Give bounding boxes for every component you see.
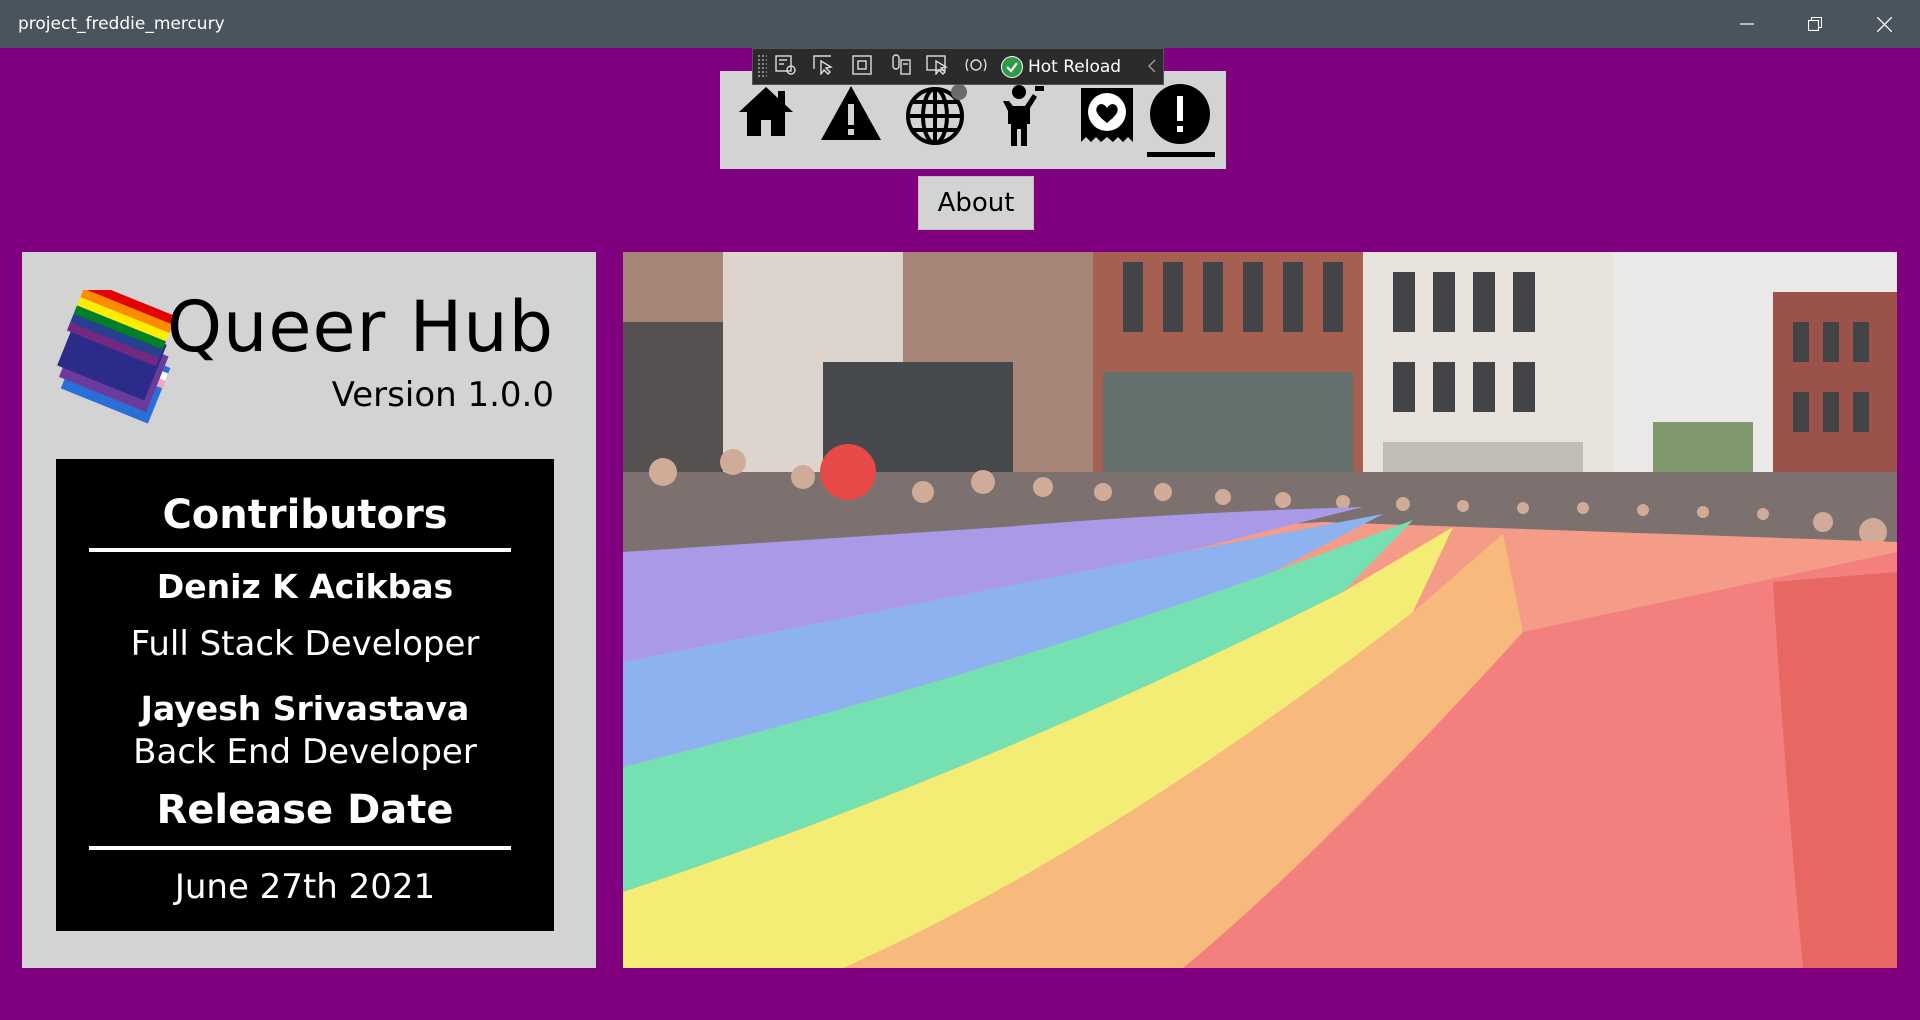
nav-about-button[interactable] (1142, 84, 1218, 160)
nav-globe-button[interactable] (899, 84, 975, 160)
minimize-button[interactable] (1713, 0, 1781, 48)
collapse-toolbar-button[interactable] (1145, 57, 1159, 77)
close-icon (1876, 16, 1892, 32)
app-name: Queer Hub (166, 286, 554, 368)
nav-heart-button[interactable] (1069, 84, 1145, 160)
live-visual-tree-icon (775, 54, 797, 79)
track-focus-icon (889, 53, 911, 80)
app-info-panel: Queer Hub Version 1.0.0 Contributors Den… (22, 252, 596, 968)
live-visual-tree-button[interactable] (767, 48, 805, 85)
release-date-heading: Release Date (156, 787, 454, 833)
minimize-icon (1740, 17, 1754, 31)
restore-button[interactable] (1781, 0, 1849, 48)
contributors-heading: Contributors (162, 492, 448, 538)
app-version: Version 1.0.0 (331, 375, 554, 415)
binding-failures-icon (926, 54, 950, 79)
check-icon (1001, 55, 1023, 78)
pride-parade-photo (623, 252, 1897, 968)
nav-bar (720, 71, 1226, 169)
toolbar-grip[interactable] (757, 54, 767, 79)
hot-reload-indicator[interactable]: Hot Reload (1001, 48, 1121, 85)
heart-badge-icon (1077, 84, 1137, 148)
layout-adorners-button[interactable] (843, 48, 881, 85)
contributor-name: Jayesh Srivastava (140, 689, 470, 728)
nav-person-button[interactable] (984, 84, 1060, 160)
close-button[interactable] (1850, 0, 1918, 48)
contributors-divider (89, 548, 511, 552)
display-layout-adorners-icon (852, 54, 872, 79)
release-divider (89, 846, 511, 850)
nav-warning-button[interactable] (813, 84, 889, 160)
restore-icon (1808, 17, 1822, 31)
contributor-role: Full Stack Developer (130, 624, 480, 664)
credits-box: Contributors Deniz K Acikbas Full Stack … (56, 459, 554, 931)
warning-icon (819, 84, 883, 142)
selected-tab-indicator (1147, 152, 1215, 157)
hot-reload-settings-button[interactable] (957, 48, 995, 85)
chevron-left-icon (1147, 58, 1156, 77)
person-icon (997, 84, 1047, 148)
hot-reload-status-icon (964, 55, 988, 79)
select-element-icon (813, 54, 835, 79)
globe-icon (905, 84, 969, 146)
contributor-role: Back End Developer (133, 732, 477, 772)
contributor-name: Deniz K Acikbas (156, 567, 454, 606)
exclamation-icon (1148, 84, 1212, 146)
hot-reload-label: Hot Reload (1028, 56, 1122, 77)
window-title: project_freddie_mercury (18, 14, 225, 34)
dev-toolbar: Hot Reload (752, 48, 1164, 85)
binding-failures-button[interactable] (919, 48, 957, 85)
home-icon (736, 84, 796, 140)
release-date: June 27th 2021 (174, 867, 436, 907)
select-element-button[interactable] (805, 48, 843, 85)
title-bar: project_freddie_mercury (0, 0, 1920, 48)
track-focus-button[interactable] (881, 48, 919, 85)
nav-home-button[interactable] (728, 84, 804, 160)
about-button[interactable]: About (918, 176, 1034, 230)
